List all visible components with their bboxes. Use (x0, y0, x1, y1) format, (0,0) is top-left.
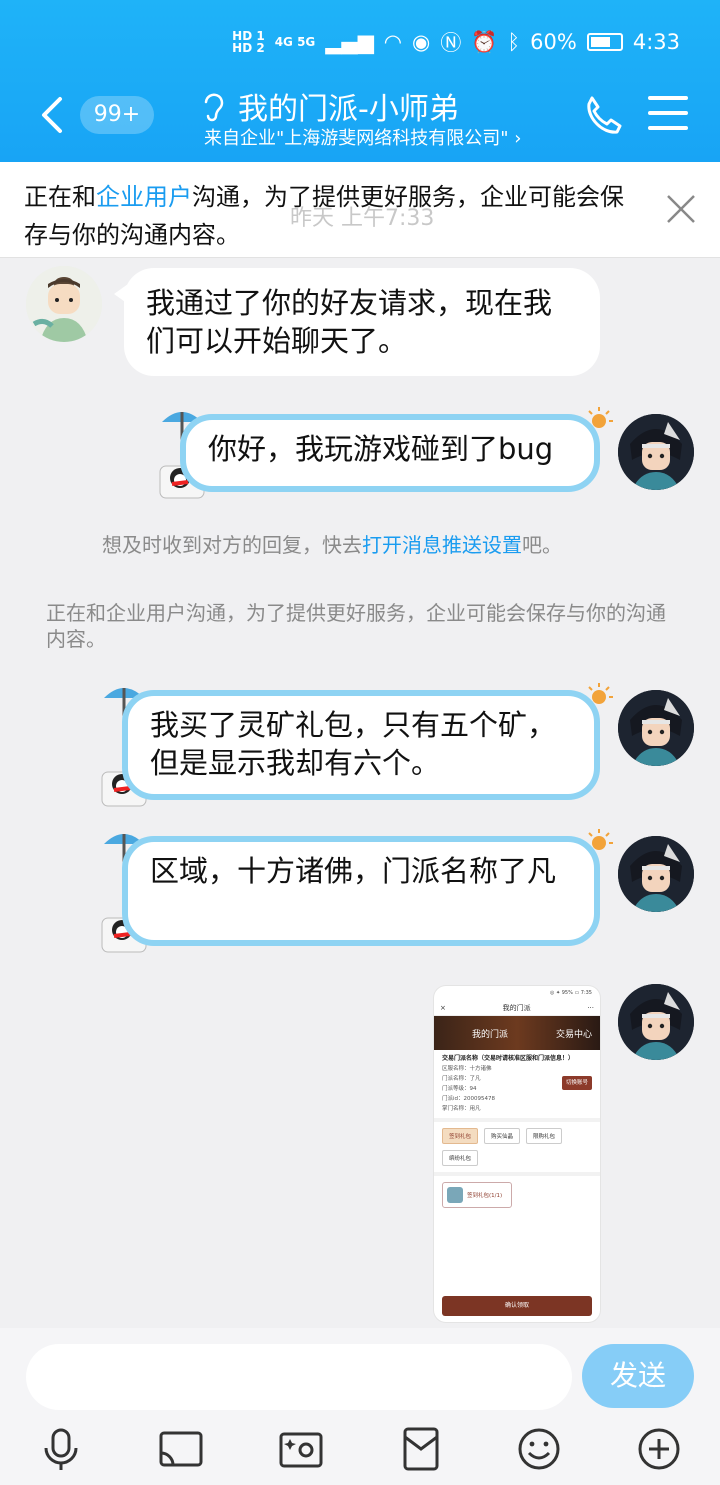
back-arrow-icon[interactable] (38, 95, 68, 135)
message-bubble[interactable]: 区域，十方诸佛，门派名称了凡 (122, 836, 600, 946)
ear-icon (204, 93, 224, 122)
company-name: 来自企业"上海游斐网络科技有限公司" (204, 128, 509, 149)
shot-title: 我的门派 (502, 1003, 531, 1012)
red-packet-icon[interactable] (398, 1426, 444, 1472)
shot-info-line: 区服名称：十方诸佛 (442, 1066, 492, 1072)
input-bar: 发送 (0, 1328, 720, 1485)
message-bubble[interactable]: 你好，我玩游戏碰到了bug (180, 414, 600, 492)
battery-percent: 60% (530, 30, 577, 54)
push-settings-link[interactable]: 打开消息推送设置 (362, 533, 522, 557)
shot-info-line: 门派id：200095478 (442, 1096, 496, 1102)
message-bubble[interactable]: 我买了灵矿礼包，只有五个矿，但是显示我却有六个。 (122, 690, 600, 800)
message-text: 我买了灵矿礼包，只有五个矿，但是显示我却有六个。 (150, 708, 557, 780)
gift-icon (447, 1187, 463, 1203)
shot-info-line: 门派名称：了凡 (442, 1076, 481, 1082)
shot-tab: 限购礼包 (526, 1128, 563, 1144)
chat-title-text: 我的门派-小师弟 (238, 92, 459, 127)
plus-icon[interactable] (636, 1426, 682, 1472)
shot-close-icon: × (440, 1003, 446, 1012)
shot-more-icon: ··· (587, 1003, 594, 1012)
my-avatar[interactable] (618, 414, 694, 490)
clock: 4:33 (632, 30, 680, 54)
message-text: 你好，我玩游戏碰到了bug (208, 432, 554, 466)
chevron-right-icon: › (514, 128, 522, 149)
tip-text: 想及时收到对方的回复，快去 (102, 533, 362, 557)
menu-icon[interactable] (648, 96, 688, 130)
photo-icon[interactable] (278, 1426, 324, 1472)
message-timestamp: 昨天 上午7:33 (290, 206, 435, 231)
shot-banner: 我的门派 交易中心 (434, 1016, 600, 1050)
message-text: 我通过了你的好友请求，现在我们可以开始聊天了。 (146, 286, 553, 358)
shot-tabs: 签到礼包 购买仙晶 限购礼包 缤纷礼包 (434, 1118, 600, 1172)
chat-title[interactable]: 我的门派-小师弟 (200, 84, 459, 128)
shot-gift-label: 签到礼包(1/1) (467, 1193, 503, 1199)
shot-gift-item: 签到礼包(1/1) (442, 1182, 512, 1208)
chat-header: HD 1 HD 2 4G 5G ▂▄▆ ◠ ◉ Ⓝ ⏰ ᛒ 60% 4:33 9… (0, 0, 720, 162)
tip-text-end: 吧。 (522, 533, 562, 557)
screen-cast-icon[interactable] (158, 1426, 204, 1472)
wifi-icon: ◠ (383, 30, 403, 54)
shot-info: 交易门派名称（交易时请核准区服和门派信息！） 区服名称：十方诸佛 门派名称：了凡… (434, 1050, 600, 1118)
phone-icon[interactable] (582, 94, 622, 136)
shot-title-bar: × 我的门派 ··· (434, 1000, 600, 1016)
shot-tab: 购买仙晶 (484, 1128, 521, 1144)
image-message[interactable]: ◎ ✦ 95% ▭ 7:35 × 我的门派 ··· 我的门派 交易中心 交易门派… (434, 986, 600, 1322)
shot-status-bar: ◎ ✦ 95% ▭ 7:35 (550, 990, 592, 996)
close-icon[interactable] (664, 192, 698, 226)
shot-switch-button: 切换账号 (561, 1076, 592, 1090)
enterprise-notice-text: 正在和企业用户沟通，为了提供更好服务，企业可能会保存与你的沟通内容。 (46, 601, 666, 651)
network-indicator: 4G 5G (274, 35, 316, 49)
my-avatar[interactable] (618, 690, 694, 766)
shot-confirm-button: 确认领取 (442, 1296, 592, 1316)
notice-text-before: 正在和 (24, 183, 96, 211)
push-settings-tip: 想及时收到对方的回复，快去打开消息推送设置吧。 (102, 532, 562, 558)
shot-tab: 缤纷礼包 (442, 1150, 479, 1166)
shot-info-line: 掌门名称：用凡 (442, 1106, 481, 1112)
chat-subtitle[interactable]: 来自企业"上海游斐网络科技有限公司" › (204, 124, 522, 150)
eye-icon: ◉ (412, 30, 431, 54)
microphone-icon[interactable] (38, 1426, 84, 1472)
battery-icon (586, 33, 623, 51)
signal-icon: ▂▄▆ (325, 30, 374, 54)
enterprise-user-link[interactable]: 企业用户 (96, 183, 192, 211)
shot-info-heading: 交易门派名称（交易时请核准区服和门派信息！） (442, 1055, 575, 1062)
message-input[interactable] (26, 1344, 572, 1410)
contact-avatar[interactable] (26, 266, 102, 342)
bluetooth-icon: ᛒ (507, 30, 521, 54)
shot-gift-section: 签到礼包(1/1) (434, 1172, 600, 1288)
alarm-icon: ⏰ (471, 29, 498, 54)
shot-info-line: 门派等级：94 (442, 1086, 477, 1092)
my-avatar[interactable] (618, 836, 694, 912)
shot-banner-right: 交易中心 (555, 1029, 592, 1040)
message-text: 区域，十方诸佛，门派名称了凡 (150, 854, 557, 888)
my-avatar[interactable] (618, 984, 694, 1060)
shot-banner-left: 我的门派 (472, 1029, 509, 1040)
unread-badge[interactable]: 99+ (80, 96, 154, 134)
send-button[interactable]: 发送 (582, 1344, 694, 1408)
sim-indicator: HD 1 HD 2 (232, 29, 265, 55)
emoji-icon[interactable] (516, 1426, 562, 1472)
nfc-icon: Ⓝ (440, 31, 462, 55)
status-bar: HD 1 HD 2 4G 5G ▂▄▆ ◠ ◉ Ⓝ ⏰ ᛒ 60% 4:33 (232, 22, 680, 62)
message-bubble[interactable]: 我通过了你的好友请求，现在我们可以开始聊天了。 (114, 268, 600, 376)
shot-tab: 签到礼包 (442, 1128, 479, 1144)
